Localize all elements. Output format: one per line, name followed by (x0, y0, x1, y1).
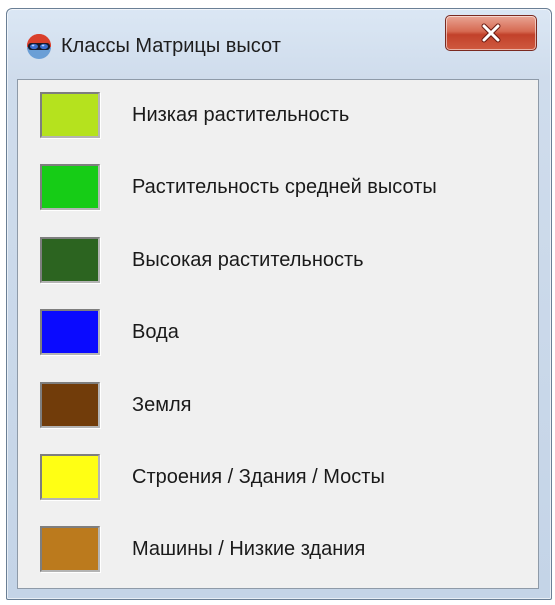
color-swatch[interactable] (40, 237, 100, 283)
class-item-ground[interactable]: Земля (18, 382, 538, 442)
class-item-low-vegetation[interactable]: Низкая растительность (18, 92, 538, 152)
color-swatch[interactable] (40, 92, 100, 138)
class-item-medium-vegetation[interactable]: Растительность средней высоты (18, 164, 538, 224)
class-label: Строения / Здания / Мосты (132, 466, 385, 488)
class-list: Низкая растительность Растительность сре… (17, 79, 539, 589)
class-label: Земля (132, 394, 192, 416)
color-swatch[interactable] (40, 309, 100, 355)
close-icon (481, 23, 501, 43)
window-title: Классы Матрицы высот (61, 35, 281, 57)
class-item-high-vegetation[interactable]: Высокая растительность (18, 237, 538, 297)
dialog-window: Классы Матрицы высот Низкая растительнос… (6, 8, 552, 600)
title-bar[interactable]: Классы Матрицы высот (7, 9, 551, 79)
color-swatch[interactable] (40, 454, 100, 500)
class-item-cars[interactable]: Машины / Низкие здания (18, 526, 538, 586)
close-button[interactable] (445, 15, 537, 51)
class-item-water[interactable]: Вода (18, 309, 538, 369)
color-swatch[interactable] (40, 382, 100, 428)
class-label: Низкая растительность (132, 104, 350, 126)
class-label: Вода (132, 321, 179, 343)
class-label: Высокая растительность (132, 249, 364, 271)
color-swatch[interactable] (40, 526, 100, 572)
class-label: Растительность средней высоты (132, 176, 437, 198)
class-label: Машины / Низкие здания (132, 538, 366, 560)
3d-glasses-icon (27, 34, 51, 59)
class-item-buildings[interactable]: Строения / Здания / Мосты (18, 454, 538, 514)
color-swatch[interactable] (40, 164, 100, 210)
